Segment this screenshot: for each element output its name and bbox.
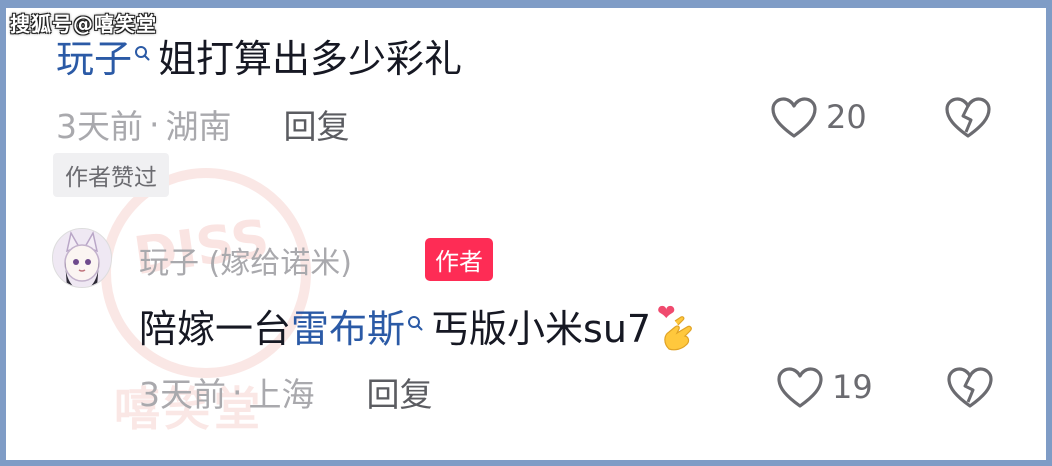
heart-icon[interactable]	[770, 96, 818, 140]
comment-1-time: 3天前	[56, 107, 143, 146]
author-liked-badge: 作者赞过	[53, 153, 169, 197]
comment-2-mention[interactable]: 雷布斯	[291, 298, 405, 353]
comment-2-text: 陪嫁一台 雷布斯 丐版小米su7 ❤	[139, 298, 697, 353]
comment-2-time: 3天前	[139, 375, 226, 414]
comment-2-author-name[interactable]: 玩子 (嫁给诺米)	[139, 238, 352, 282]
comment-1-meta: 3天前 · 湖南 回复	[56, 100, 350, 148]
avatar[interactable]	[52, 228, 112, 288]
comment-1-body: 姐打算出多少彩礼	[158, 37, 463, 81]
meta-separator: ·	[149, 104, 160, 144]
dislike-broken-heart-icon[interactable]	[944, 96, 992, 140]
comment-2-body-before: 陪嫁一台	[139, 307, 292, 351]
comment-2-body-after: 丐版小米su7	[431, 307, 652, 351]
finger-heart-hand-icon	[664, 315, 692, 350]
comment-panel: DISS 嘻笑堂 搜狐号@嘻笑堂 玩子 姐打算出多少彩礼 3天前 · 湖南 回复…	[6, 8, 1046, 460]
search-icon	[408, 315, 423, 330]
comment-1-location: 湖南	[165, 107, 232, 146]
comment-2-reply-button[interactable]: 回复	[367, 368, 433, 416]
heart-icon[interactable]	[776, 366, 824, 410]
comment-1-reply-button[interactable]: 回复	[284, 100, 350, 148]
comment-2-meta: 3天前 · 上海 回复	[139, 368, 433, 416]
source-watermark: 搜狐号@嘻笑堂	[10, 12, 157, 36]
author-badge: 作者	[425, 238, 493, 281]
finger-heart-emoji: ❤	[657, 301, 697, 351]
comment-1-like-count: 20	[826, 98, 867, 136]
comment-2-like-count: 19	[832, 368, 873, 406]
comment-2-location: 上海	[248, 375, 315, 414]
dislike-broken-heart-icon[interactable]	[946, 366, 994, 410]
search-icon	[135, 45, 150, 60]
meta-separator: ·	[232, 372, 243, 412]
avatar-image	[53, 229, 111, 287]
